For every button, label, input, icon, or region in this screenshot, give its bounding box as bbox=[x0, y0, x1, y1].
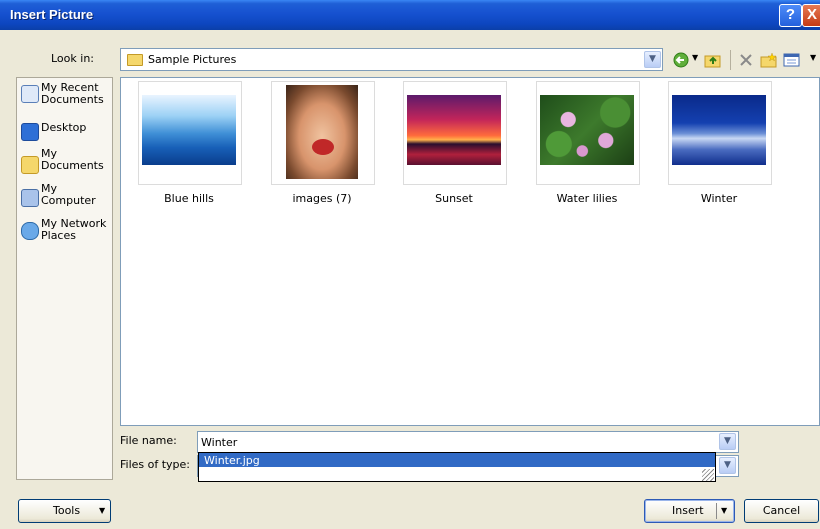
network-places-icon bbox=[21, 222, 39, 240]
file-name: Winter bbox=[700, 192, 738, 205]
place-label: My Documents bbox=[41, 147, 104, 172]
views-dropdown-icon[interactable]: ▼ bbox=[810, 53, 816, 62]
autocomplete-item-label: Winter.jpg bbox=[204, 454, 260, 467]
file-name-input[interactable]: Winter ▼ bbox=[197, 431, 739, 453]
thumbnail-lips bbox=[312, 139, 334, 155]
file-thumbnail[interactable] bbox=[138, 81, 242, 185]
thumbnail-image bbox=[672, 95, 766, 165]
thumbnail-image bbox=[407, 95, 501, 165]
insert-split-divider bbox=[716, 503, 717, 519]
thumbnail-image bbox=[142, 95, 236, 165]
insert-button[interactable]: Insert ▼ bbox=[644, 499, 735, 523]
files-of-type-label: Files of type: bbox=[120, 458, 191, 471]
file-name: Water lilies bbox=[556, 192, 618, 205]
look-in-value: Sample Pictures bbox=[148, 53, 237, 66]
chevron-down-icon[interactable]: ▼ bbox=[644, 51, 661, 68]
place-my-computer[interactable]: My Computer bbox=[21, 183, 111, 209]
recent-documents-icon bbox=[21, 85, 39, 103]
delete-icon bbox=[740, 54, 752, 66]
back-arrow-icon bbox=[673, 52, 689, 68]
place-recent-documents[interactable]: My Recent Documents bbox=[21, 82, 111, 108]
autocomplete-item[interactable]: Winter.jpg bbox=[199, 453, 715, 467]
file-thumbnail[interactable] bbox=[668, 81, 772, 185]
new-folder-button[interactable] bbox=[760, 52, 777, 68]
place-my-documents[interactable]: My Documents bbox=[21, 148, 111, 174]
look-in-label: Look in: bbox=[51, 52, 94, 65]
place-label: My Recent Documents bbox=[41, 81, 104, 106]
place-label: My Network Places bbox=[41, 217, 107, 242]
place-label: My Computer bbox=[41, 182, 96, 207]
new-folder-icon bbox=[760, 52, 777, 68]
chevron-down-icon[interactable]: ▼ bbox=[719, 457, 736, 474]
views-button[interactable] bbox=[783, 52, 800, 68]
cancel-button-label: Cancel bbox=[762, 504, 801, 517]
file-list[interactable]: Blue hills images (7) Sunset Water lilie… bbox=[120, 77, 820, 426]
toolbar-separator bbox=[730, 50, 731, 70]
thumbnail-image bbox=[540, 95, 634, 165]
tools-button-label: Tools bbox=[53, 504, 81, 517]
insert-dropdown-icon[interactable]: ▼ bbox=[721, 500, 727, 522]
back-dropdown-icon[interactable]: ▼ bbox=[692, 53, 698, 62]
delete-button[interactable] bbox=[738, 52, 754, 68]
views-icon bbox=[783, 53, 800, 67]
resize-grip-icon[interactable] bbox=[702, 469, 714, 481]
file-thumbnail[interactable] bbox=[536, 81, 640, 185]
tools-dropdown-icon: ▼ bbox=[99, 506, 106, 515]
desktop-icon bbox=[21, 123, 39, 141]
place-network-places[interactable]: My Network Places bbox=[21, 218, 111, 244]
file-name-value: Winter bbox=[201, 436, 238, 449]
insert-button-label: Insert bbox=[672, 504, 704, 517]
up-one-level-button[interactable] bbox=[704, 52, 721, 68]
folder-icon bbox=[127, 54, 143, 66]
title-bar[interactable]: Insert Picture ? X bbox=[0, 0, 820, 30]
help-button[interactable]: ? bbox=[779, 4, 802, 27]
tools-button[interactable]: Tools ▼ bbox=[18, 499, 111, 523]
file-name: Sunset bbox=[435, 192, 473, 205]
file-thumbnail[interactable] bbox=[403, 81, 507, 185]
file-name: images (7) bbox=[292, 192, 352, 205]
places-bar: My Recent Documents Desktop My Documents… bbox=[16, 77, 113, 480]
chevron-down-icon[interactable]: ▼ bbox=[719, 433, 736, 450]
place-desktop[interactable]: Desktop bbox=[21, 120, 111, 141]
file-name-label: File name: bbox=[120, 434, 177, 447]
window-title: Insert Picture bbox=[10, 7, 94, 22]
cancel-button[interactable]: Cancel bbox=[744, 499, 819, 523]
look-in-dropdown[interactable]: Sample Pictures ▼ bbox=[120, 48, 663, 71]
thumbnail-image bbox=[286, 85, 358, 179]
file-thumbnail[interactable] bbox=[271, 81, 375, 185]
insert-picture-dialog: Insert Picture ? X Look in: Sample Pictu… bbox=[0, 0, 820, 529]
my-documents-icon bbox=[21, 156, 39, 174]
file-name: Blue hills bbox=[164, 192, 214, 205]
autocomplete-list: Winter.jpg bbox=[198, 452, 716, 482]
place-label: Desktop bbox=[41, 121, 87, 134]
my-computer-icon bbox=[21, 189, 39, 207]
back-button[interactable] bbox=[673, 52, 689, 68]
up-folder-icon bbox=[704, 55, 721, 68]
close-button[interactable]: X bbox=[802, 4, 820, 27]
